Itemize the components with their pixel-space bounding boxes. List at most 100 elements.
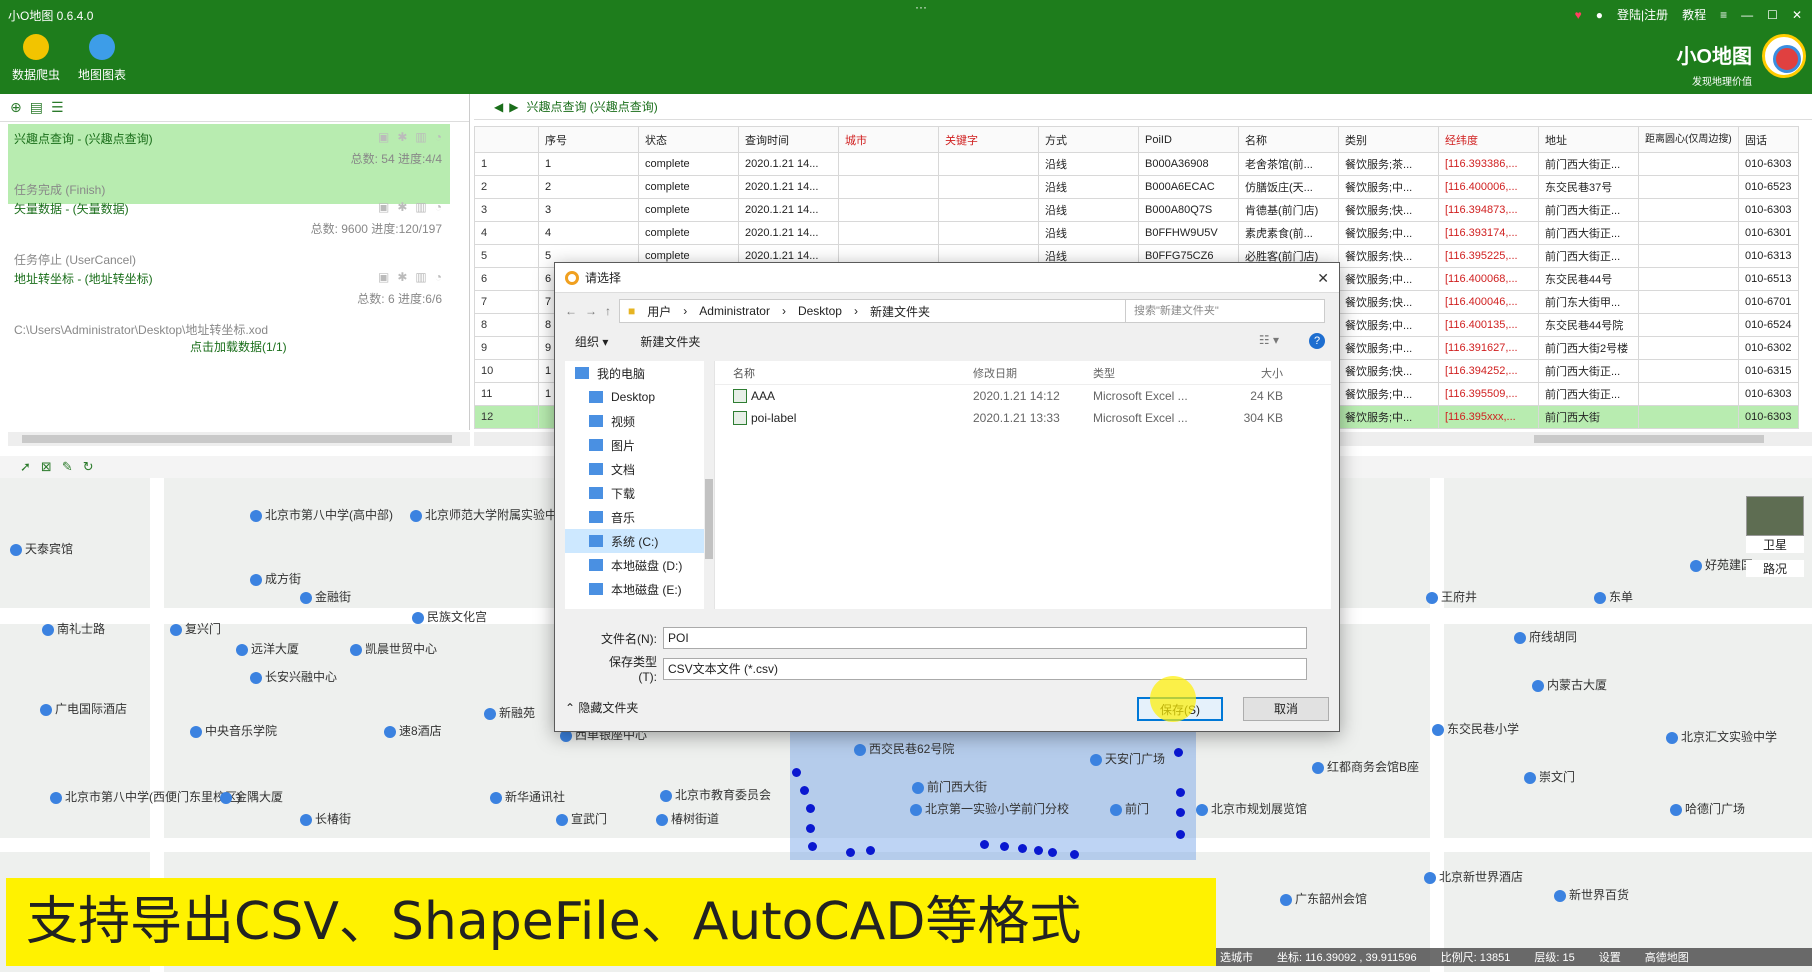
table-cell[interactable]: 餐饮服务;中... [1338, 221, 1439, 245]
heart-icon[interactable]: ♥ [1575, 8, 1582, 22]
map-poi[interactable]: 北京市第八中学(西便门东里校区) [50, 788, 241, 805]
table-cell[interactable]: [116.400135,... [1438, 313, 1539, 337]
up-icon[interactable]: ↑ [605, 304, 611, 318]
table-cell[interactable]: [116.395509,... [1438, 382, 1539, 406]
table-cell[interactable]: complete [638, 152, 739, 176]
table-cell[interactable] [1638, 405, 1739, 429]
refresh-icon[interactable]: ↻ [83, 459, 94, 475]
table-cell[interactable] [1638, 267, 1739, 291]
map-poi[interactable]: 东交民巷小学 [1432, 720, 1519, 737]
table-cell[interactable] [1638, 382, 1739, 406]
table-cell[interactable] [938, 175, 1039, 199]
search-input[interactable]: 搜索"新建文件夹" [1125, 299, 1325, 323]
map-poi[interactable]: 长椿街 [300, 810, 351, 827]
route-point[interactable] [1018, 844, 1027, 853]
table-cell[interactable] [838, 198, 939, 222]
table-cell[interactable] [1638, 290, 1739, 314]
route-point[interactable] [980, 840, 989, 849]
table-cell[interactable] [1638, 152, 1739, 176]
route-point[interactable] [1000, 842, 1009, 851]
table-cell[interactable]: 餐饮服务;中... [1338, 175, 1439, 199]
table-cell[interactable]: 2020.1.21 14... [738, 175, 839, 199]
table-cell[interactable]: 沿线 [1038, 221, 1139, 245]
table-cell[interactable]: [116.393386,... [1438, 152, 1539, 176]
nav-item[interactable]: 文档 [565, 457, 714, 481]
table-cell[interactable]: 4 [538, 221, 639, 245]
box-select-icon[interactable]: ⊠ [41, 459, 52, 475]
select-city[interactable]: 选城市 [1220, 949, 1253, 965]
table-cell[interactable] [938, 198, 1039, 222]
back-icon[interactable]: ← [565, 304, 577, 318]
table-cell[interactable]: 前门西大街正... [1538, 152, 1639, 176]
table-cell[interactable]: 餐饮服务;快... [1338, 198, 1439, 222]
row-number[interactable]: 5 [474, 244, 539, 268]
table-row[interactable]: 3 3 complete 2020.1.21 14... 沿线 B000A80Q7S 肯德基… [474, 198, 1799, 222]
traffic-toggle[interactable]: 路况 [1746, 560, 1804, 577]
nav-item[interactable]: Desktop [565, 385, 714, 409]
table-cell[interactable]: 前门东大街甲... [1538, 290, 1639, 314]
column-header[interactable]: 方式 [1038, 126, 1139, 153]
map-poi[interactable]: 北京汇文实验中学 [1666, 728, 1777, 745]
table-cell[interactable]: [116.394252,... [1438, 359, 1539, 383]
route-point[interactable] [806, 804, 815, 813]
table-cell[interactable]: B000A80Q7S [1138, 198, 1239, 222]
map-poi[interactable]: 崇文门 [1524, 768, 1575, 785]
map-poi[interactable]: 新世界百货 [1554, 886, 1629, 903]
nav-item[interactable]: 本地磁盘 (D:) [565, 553, 714, 577]
row-number[interactable]: 3 [474, 198, 539, 222]
table-cell[interactable]: complete [638, 175, 739, 199]
table-cell[interactable]: 东交民巷44号院 [1538, 313, 1639, 337]
path-segment[interactable]: Desktop [798, 304, 842, 318]
route-point[interactable] [1176, 788, 1185, 797]
dialog-close-icon[interactable]: ✕ [1317, 270, 1329, 287]
map-poi[interactable]: 民族文化宫 [412, 608, 487, 625]
row-number[interactable]: 9 [474, 336, 539, 360]
row-number[interactable]: 7 [474, 290, 539, 314]
row-number[interactable]: 8 [474, 313, 539, 337]
filename-input[interactable]: POI [663, 627, 1307, 649]
map-poi[interactable]: 东单 [1594, 588, 1633, 605]
nav-back-icon[interactable]: ◀ [494, 100, 503, 114]
map-poi[interactable]: 天泰宾馆 [10, 540, 73, 557]
column-header[interactable]: 城市 [838, 126, 939, 153]
table-cell[interactable]: B000A36908 [1138, 152, 1239, 176]
table-cell[interactable] [1638, 175, 1739, 199]
map-poi[interactable]: 椿树街道 [656, 810, 719, 827]
table-cell[interactable]: 餐饮服务;快... [1338, 244, 1439, 268]
map-poi[interactable]: 宣武门 [556, 810, 607, 827]
help-icon[interactable]: ? [1309, 333, 1325, 349]
map-poi[interactable]: 广电国际酒店 [40, 700, 127, 717]
table-cell[interactable]: B000A6ECAC [1138, 175, 1239, 199]
table-row[interactable]: 4 4 complete 2020.1.21 14... 沿线 B0FFHW9U5V 素虎素… [474, 221, 1799, 245]
table-cell[interactable]: 沿线 [1038, 152, 1139, 176]
table-cell[interactable]: 餐饮服务;茶... [1338, 152, 1439, 176]
route-point[interactable] [1034, 846, 1043, 855]
view-options-icon[interactable]: ☷ ▾ [1259, 333, 1279, 347]
hide-folders-toggle[interactable]: ⌃ 隐藏文件夹 [565, 699, 638, 716]
table-row[interactable]: 2 2 complete 2020.1.21 14... 沿线 B000A6ECAC 仿膳饭… [474, 175, 1799, 199]
settings-link[interactable]: 设置 [1599, 949, 1621, 965]
nav-forward-icon[interactable]: ▶ [509, 100, 518, 114]
nav-item[interactable]: 下载 [565, 481, 714, 505]
table-cell[interactable] [1638, 313, 1739, 337]
col-size[interactable]: 大小 [1213, 365, 1283, 381]
map-poi[interactable]: 复兴门 [170, 620, 221, 637]
nav-item[interactable]: 我的电脑 [565, 361, 714, 385]
column-header[interactable]: 固话 [1738, 126, 1799, 153]
map-poi[interactable]: 金融街 [300, 588, 351, 605]
route-point[interactable] [1070, 850, 1079, 859]
filetype-select[interactable]: CSV文本文件 (*.csv) [663, 657, 1307, 680]
path-segment[interactable]: 新建文件夹 [870, 303, 930, 320]
add-task-icon[interactable]: ⊕ [10, 99, 22, 116]
table-cell[interactable]: 010-6313 [1738, 244, 1799, 268]
table-cell[interactable]: 素虎素食(前... [1238, 221, 1339, 245]
table-cell[interactable]: 010-6524 [1738, 313, 1799, 337]
table-cell[interactable]: 餐饮服务;中... [1338, 267, 1439, 291]
row-number[interactable]: 4 [474, 221, 539, 245]
route-point[interactable] [1048, 848, 1057, 857]
table-cell[interactable]: 东交民巷44号 [1538, 267, 1639, 291]
column-header[interactable]: 关键字 [938, 126, 1039, 153]
menu-icon[interactable]: ≡ [1720, 8, 1727, 22]
map-poi[interactable]: 长安兴融中心 [250, 668, 337, 685]
table-cell[interactable]: [116.400068,... [1438, 267, 1539, 291]
